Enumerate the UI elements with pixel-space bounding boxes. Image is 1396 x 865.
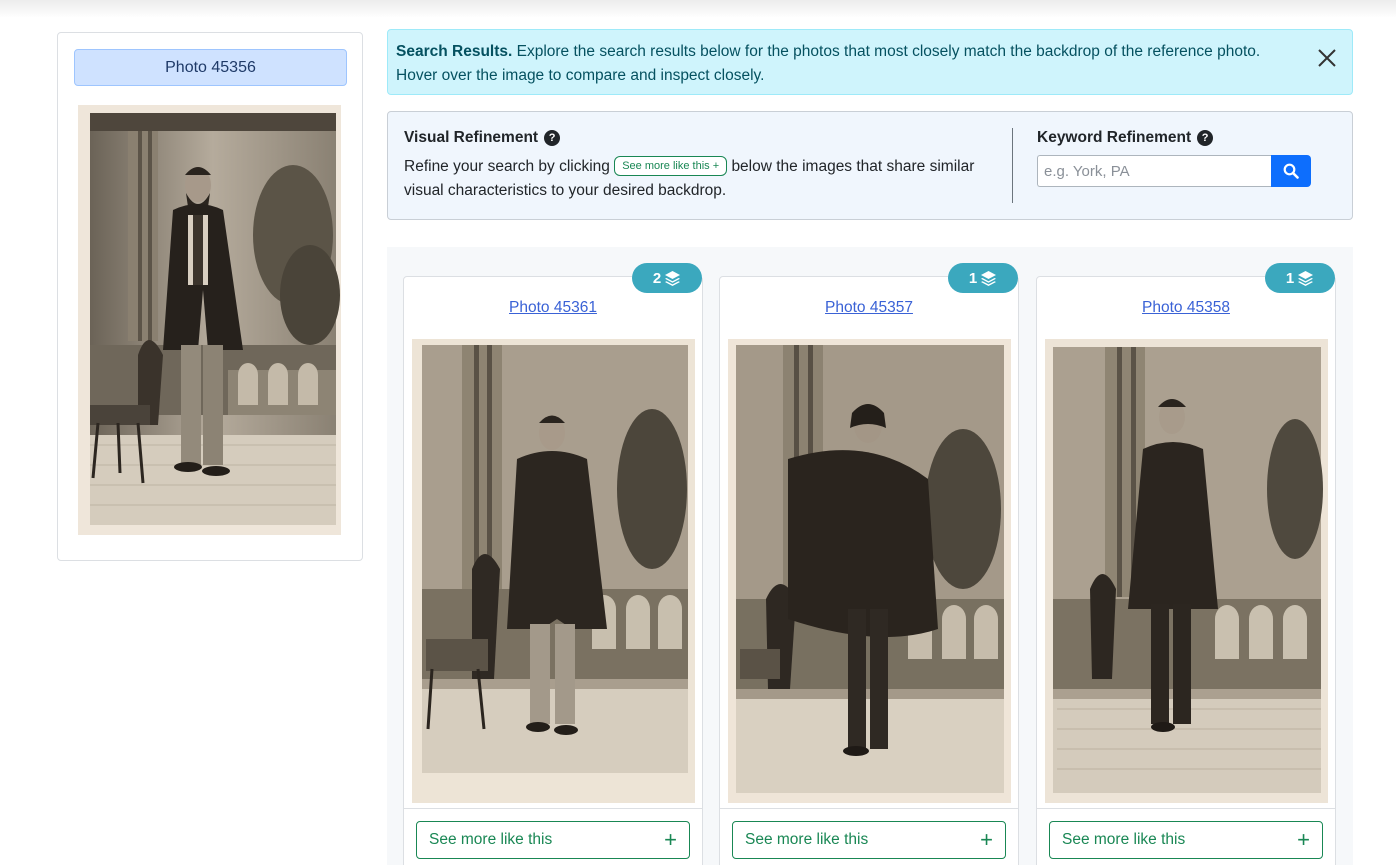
alert-text-1: Explore the search results below for the… (516, 43, 1261, 60)
result-photo-link[interactable]: Photo 45357 (720, 299, 1018, 317)
result-card: 1 Photo 45358 See more like this + (1036, 263, 1336, 865)
keyword-search-row (1037, 155, 1311, 187)
keyword-refinement-heading: Keyword Refinement ? (1037, 129, 1311, 147)
help-icon[interactable]: ? (1197, 130, 1214, 146)
result-photo-image[interactable] (728, 339, 1011, 803)
match-count: 1 (968, 269, 978, 287)
plus-icon: + (980, 827, 993, 852)
search-button[interactable] (1271, 155, 1311, 187)
visual-refinement: Visual Refinement ? Refine your search b… (404, 129, 984, 203)
search-icon (1283, 163, 1299, 179)
visual-refinement-text-before: Refine your search by clicking (404, 158, 610, 175)
alert-heading: Search Results. (396, 43, 513, 60)
see-more-label: See more like this (429, 831, 553, 848)
match-count-badge: 1 (1265, 263, 1335, 293)
divider (1012, 128, 1013, 203)
result-photo-link[interactable]: Photo 45361 (404, 299, 702, 317)
top-shadow (0, 0, 1396, 18)
visual-refinement-text: Refine your search by clicking See more … (404, 155, 984, 203)
see-more-like-this-button[interactable]: See more like this + (416, 821, 690, 859)
help-icon[interactable]: ? (544, 130, 561, 146)
refinement-panel: Visual Refinement ? Refine your search b… (387, 111, 1353, 220)
results-grid: 2 Photo 45361 See more like this + 1 Pho… (387, 247, 1353, 865)
close-icon[interactable] (1316, 47, 1338, 69)
result-photo-image[interactable] (412, 339, 695, 803)
plus-icon: + (1297, 827, 1310, 852)
see-more-like-this-button[interactable]: See more like this + (1049, 821, 1323, 859)
search-results-alert: Search Results. Explore the search resul… (387, 29, 1353, 95)
keyword-refinement-title: Keyword Refinement (1037, 129, 1192, 146)
match-count-badge: 1 (948, 263, 1018, 293)
see-more-label: See more like this (745, 831, 869, 848)
layers-icon (981, 271, 997, 286)
alert-text-2: Hover over the image to compare and insp… (396, 67, 765, 84)
visual-refinement-heading: Visual Refinement ? (404, 129, 984, 147)
see-more-chip: See more like this + (614, 156, 728, 176)
result-card: 1 Photo 45357 See more like this + (719, 263, 1019, 865)
result-photo-image[interactable] (1045, 339, 1328, 803)
alert-line-1: Search Results. Explore the search resul… (396, 40, 1292, 64)
reference-photo-title: Photo 45356 (74, 49, 347, 86)
keyword-refinement: Keyword Refinement ? (1037, 129, 1311, 187)
visual-refinement-title: Visual Refinement (404, 129, 539, 146)
result-photo-link[interactable]: Photo 45358 (1037, 299, 1335, 317)
result-card-footer: See more like this + (720, 808, 1018, 859)
result-card-footer: See more like this + (1037, 808, 1335, 859)
keyword-search-input[interactable] (1037, 155, 1271, 187)
see-more-like-this-button[interactable]: See more like this + (732, 821, 1006, 859)
result-card: 2 Photo 45361 See more like this + (403, 263, 703, 865)
see-more-label: See more like this (1062, 831, 1186, 848)
match-count-badge: 2 (632, 263, 702, 293)
match-count: 2 (652, 269, 662, 287)
result-card-footer: See more like this + (404, 808, 702, 859)
reference-photo-card: Photo 45356 (57, 32, 363, 561)
layers-icon (1298, 271, 1314, 286)
plus-icon: + (664, 827, 677, 852)
match-count: 1 (1285, 269, 1295, 287)
reference-photo-image[interactable] (78, 105, 341, 535)
layers-icon (665, 271, 681, 286)
